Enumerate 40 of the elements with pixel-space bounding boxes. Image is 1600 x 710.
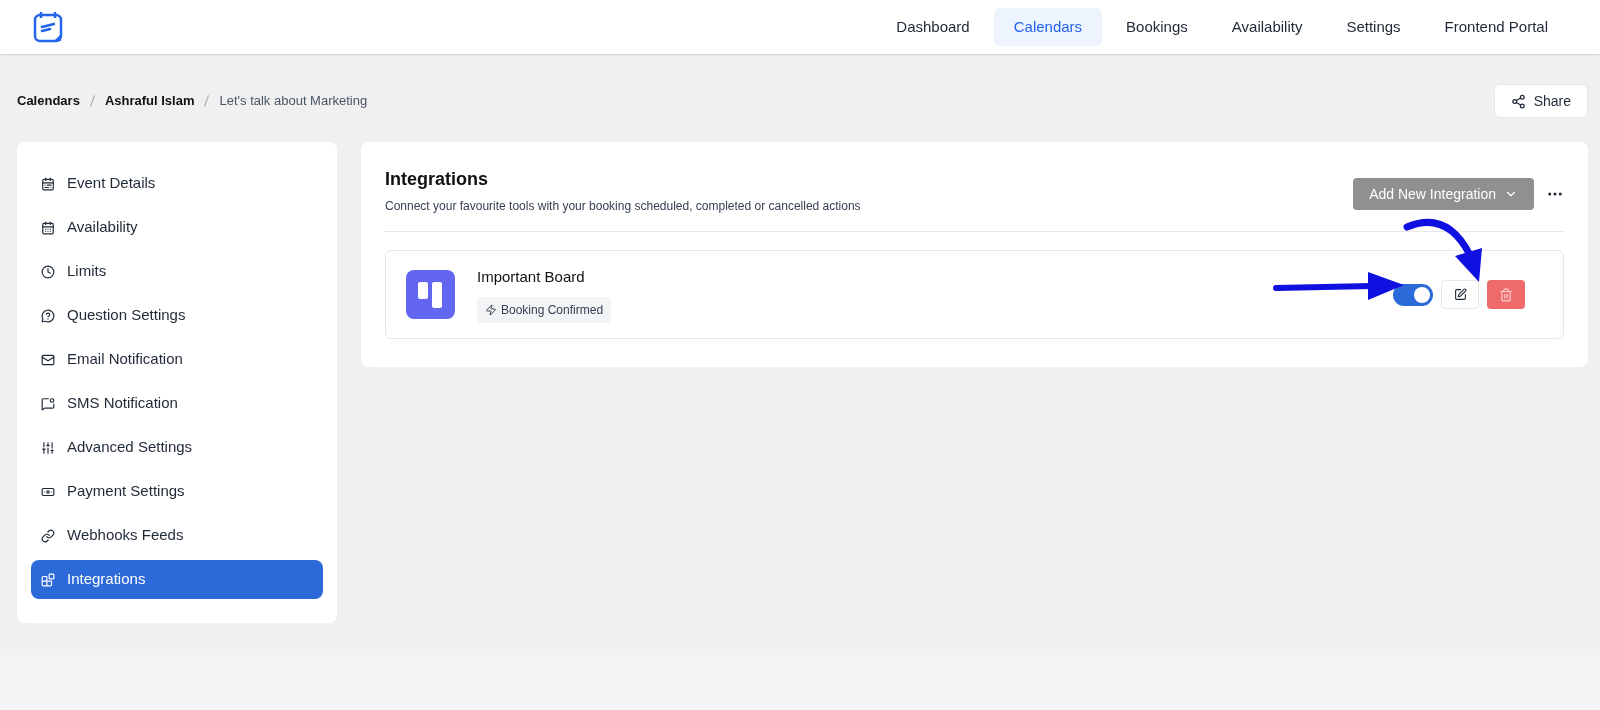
sidebar-item[interactable]: Webhooks Feeds [31, 516, 323, 555]
toggle-switch[interactable] [1393, 283, 1433, 306]
link-icon [41, 528, 55, 543]
nav-tab[interactable]: Calendars [993, 7, 1103, 47]
edit-icon [1453, 288, 1467, 301]
sidebar-item[interactable]: Limits [31, 252, 323, 291]
sidebar-item[interactable]: Integrations [31, 560, 323, 599]
sidebar-item[interactable]: Advanced Settings [31, 428, 323, 467]
integration-name: Important Board [477, 267, 586, 288]
blocks-icon [41, 572, 55, 587]
nav-tab[interactable]: Frontend Portal [1424, 7, 1568, 47]
mail-icon [41, 352, 55, 367]
message-icon [41, 396, 55, 411]
panel-title: Integrations [385, 168, 489, 191]
breadcrumb-current: Let's talk about Marketing [219, 92, 368, 111]
lightning-icon [485, 303, 497, 316]
sliders-icon [41, 440, 55, 455]
breadcrumb-link[interactable]: Ashraful Islam [104, 91, 195, 111]
board-logo-icon [406, 270, 455, 319]
sidebar-item[interactable]: Event Details [31, 164, 323, 203]
sidebar-item[interactable]: Payment Settings [31, 472, 323, 511]
nav-tab[interactable]: Bookings [1106, 7, 1208, 47]
calendar-icon [41, 220, 55, 235]
question-icon [41, 308, 55, 323]
edit-button[interactable] [1441, 280, 1479, 309]
nav-tab[interactable]: Dashboard [876, 7, 990, 47]
calendar-icon [41, 176, 55, 191]
sidebar-item[interactable]: Availability [31, 208, 323, 247]
breadcrumb-link[interactable]: Calendars [17, 91, 80, 111]
nav-tab[interactable]: Availability [1211, 7, 1323, 47]
sidebar-item[interactable]: Question Settings [31, 296, 323, 335]
nav-tab[interactable]: Settings [1326, 7, 1421, 47]
panel-subtitle: Connect your favourite tools with your booking scheduled, completed or cancelled actions [385, 198, 861, 215]
trigger-tag: Booking Confirmed [477, 296, 612, 323]
trash-icon [1499, 287, 1513, 302]
sidebar-item[interactable]: SMS Notification [31, 384, 323, 423]
share-button[interactable]: Share [1493, 84, 1588, 118]
sidebar-item[interactable]: Email Notification [31, 340, 323, 379]
clock-icon [41, 264, 55, 279]
share-icon [1510, 93, 1526, 109]
